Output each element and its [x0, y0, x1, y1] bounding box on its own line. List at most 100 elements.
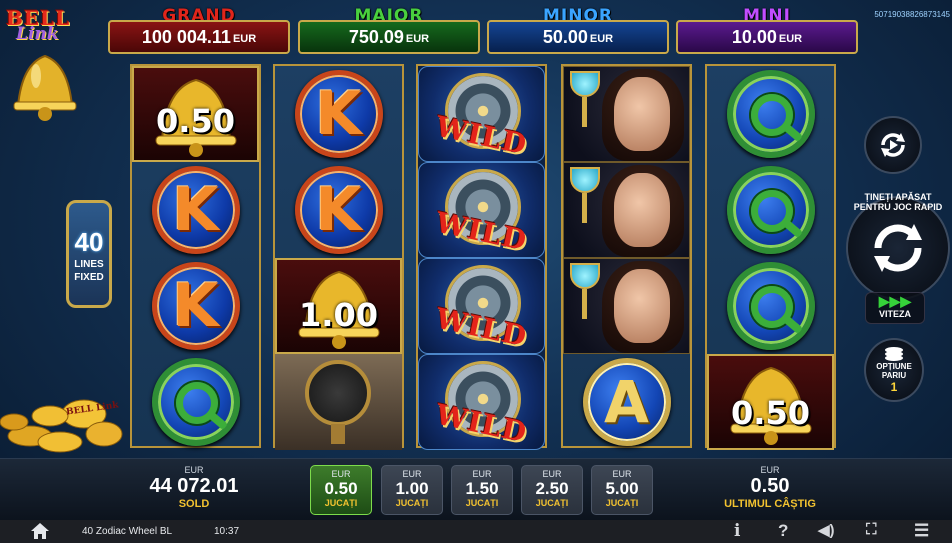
spin-icon	[874, 224, 922, 272]
symbol-a: A	[563, 354, 690, 450]
logo-bell-icon	[13, 54, 77, 121]
status-bar: 40 Zodiac Wheel BL 10:37 i ? ◀) ⛶ ☰	[0, 520, 952, 543]
bet-value: 5.00	[605, 479, 639, 498]
lines-label: LINES	[74, 259, 104, 270]
symbol-armillary-globe	[275, 354, 402, 450]
reel-2: K K 1.00	[273, 64, 404, 450]
bell-value: 0.50	[731, 394, 810, 432]
menu-icon[interactable]: ☰	[914, 521, 929, 541]
reel-1: 0.50 K K	[130, 64, 261, 448]
reel-5: 0.50	[705, 64, 836, 450]
spin-hold-label: ȚINEȚI APĂSAT PENTRU JOC RAPID	[853, 192, 943, 212]
jackpot-currency: EUR	[589, 33, 614, 45]
info-icon[interactable]: i	[734, 521, 740, 541]
help-icon[interactable]: ?	[778, 521, 788, 541]
symbol-q	[132, 354, 259, 450]
bet-label: JUCAȚI	[605, 498, 639, 508]
symbol-wild: WILD	[418, 258, 545, 354]
bet-currency: EUR	[331, 469, 351, 479]
game-title: 40 Zodiac Wheel BL	[82, 526, 173, 537]
bell-value: 1.00	[299, 296, 378, 334]
bet-value: 0.50	[324, 479, 358, 498]
last-win-currency: EUR	[760, 465, 780, 475]
jackpot-amount: 100 004.11	[141, 26, 231, 47]
jackpot-amount-box: 100 004.11 EUR	[108, 20, 290, 54]
symbol-q	[707, 162, 834, 258]
jackpot-currency: EUR	[232, 33, 257, 45]
symbol-wild: WILD	[418, 354, 545, 450]
bet-option-value: 1	[890, 380, 898, 394]
speed-label: VITEZA	[878, 309, 911, 319]
autoplay-icon	[881, 133, 905, 157]
lines-count: 40	[74, 227, 104, 257]
globe-icon	[305, 360, 371, 426]
symbol-q	[707, 258, 834, 354]
symbol-k: K	[275, 162, 402, 258]
bet-value: 1.50	[465, 479, 499, 498]
last-win-label: ULTIMUL CÂȘTIG	[724, 498, 816, 510]
coins-pile-icon	[0, 399, 123, 453]
lines-fixed-label: FIXED	[74, 272, 104, 283]
bet-button-1.00[interactable]: EUR 1.00 JUCAȚI	[381, 465, 443, 515]
jackpot-amount: 10.00	[731, 26, 777, 47]
bet-label: JUCAȚI	[324, 498, 358, 508]
sound-icon[interactable]: ◀)	[818, 521, 835, 539]
bottom-bar: EUR 44 072.01 SOLD EUR 0.50 JUCAȚI EUR 1…	[0, 458, 952, 520]
symbol-bell: 0.50	[132, 66, 259, 162]
jackpot-mini: MINI 10.00 EUR	[676, 6, 858, 54]
bet-currency: EUR	[402, 469, 422, 479]
bet-button-0.50[interactable]: EUR 0.50 JUCAȚI	[310, 465, 372, 515]
bet-value: 2.50	[535, 479, 569, 498]
last-win-amount: 0.50	[750, 475, 790, 497]
bell-value: 0.50	[156, 102, 235, 140]
reel-3: WILD WILD WILD WILD	[416, 64, 547, 450]
bet-label: JUCAȚI	[465, 498, 499, 508]
jackpot-minor: MINOR 50.00 EUR	[487, 6, 669, 54]
symbol-k: K	[132, 258, 259, 354]
jackpot-grand: GRAND 100 004.11 EUR	[108, 6, 290, 54]
jackpot-amount-box: 750.09 EUR	[298, 20, 480, 54]
balance-label: SOLD	[178, 498, 210, 510]
symbol-bell: 0.50	[707, 354, 834, 450]
jackpot-currency: EUR	[405, 33, 430, 45]
bet-button-5.00[interactable]: EUR 5.00 JUCAȚI	[591, 465, 653, 515]
symbol-wild: WILD	[418, 162, 545, 258]
speed-button[interactable]: ▶▶▶ VITEZA	[865, 292, 925, 324]
symbol-k: K	[132, 162, 259, 258]
jackpot-major: MAJOR 750.09 EUR	[298, 6, 480, 54]
bet-value: 1.00	[395, 479, 429, 498]
clock: 10:37	[214, 526, 240, 537]
bet-option-label: OPȚIUNE PARIU	[876, 362, 912, 380]
session-id: 50719038826873145	[874, 10, 950, 19]
symbol-lady	[563, 162, 690, 258]
bet-button-1.50[interactable]: EUR 1.50 JUCAȚI	[451, 465, 513, 515]
balance-currency: EUR	[184, 465, 204, 475]
bet-currency: EUR	[542, 469, 562, 479]
balance-display: EUR 44 072.01 SOLD	[144, 465, 244, 510]
symbol-lady	[563, 66, 690, 162]
symbol-k: K	[275, 66, 402, 162]
fast-forward-icon: ▶▶▶	[878, 293, 912, 309]
home-icon[interactable]	[30, 522, 50, 540]
symbol-bell: 1.00	[275, 258, 402, 354]
jackpot-amount-box: 50.00 EUR	[487, 20, 669, 54]
symbol-lady	[563, 258, 690, 354]
bet-option-button[interactable]: OPȚIUNE PARIU 1	[864, 338, 924, 402]
symbol-q	[707, 66, 834, 162]
jackpot-currency: EUR	[778, 33, 803, 45]
bet-currency: EUR	[472, 469, 492, 479]
jackpot-amount: 750.09	[348, 26, 404, 47]
bet-currency: EUR	[612, 469, 632, 479]
jackpot-amount-box: 10.00 EUR	[676, 20, 858, 54]
fullscreen-icon[interactable]: ⛶	[866, 521, 877, 538]
slot-game: BELL Link GRAND 100 004.11 EUR MAJOR 750…	[0, 0, 952, 543]
symbol-wild: WILD	[418, 66, 545, 162]
autoplay-button[interactable]	[864, 116, 922, 174]
balance-amount: 44 072.01	[149, 475, 239, 497]
bet-button-2.50[interactable]: EUR 2.50 JUCAȚI	[521, 465, 583, 515]
last-win-display: EUR 0.50 ULTIMUL CÂȘTIG	[708, 465, 832, 510]
coin-stack-icon	[885, 347, 903, 361]
bet-label: JUCAȚI	[395, 498, 429, 508]
reel-4: A	[561, 64, 692, 448]
lines-badge: 40 LINES FIXED	[66, 200, 112, 308]
